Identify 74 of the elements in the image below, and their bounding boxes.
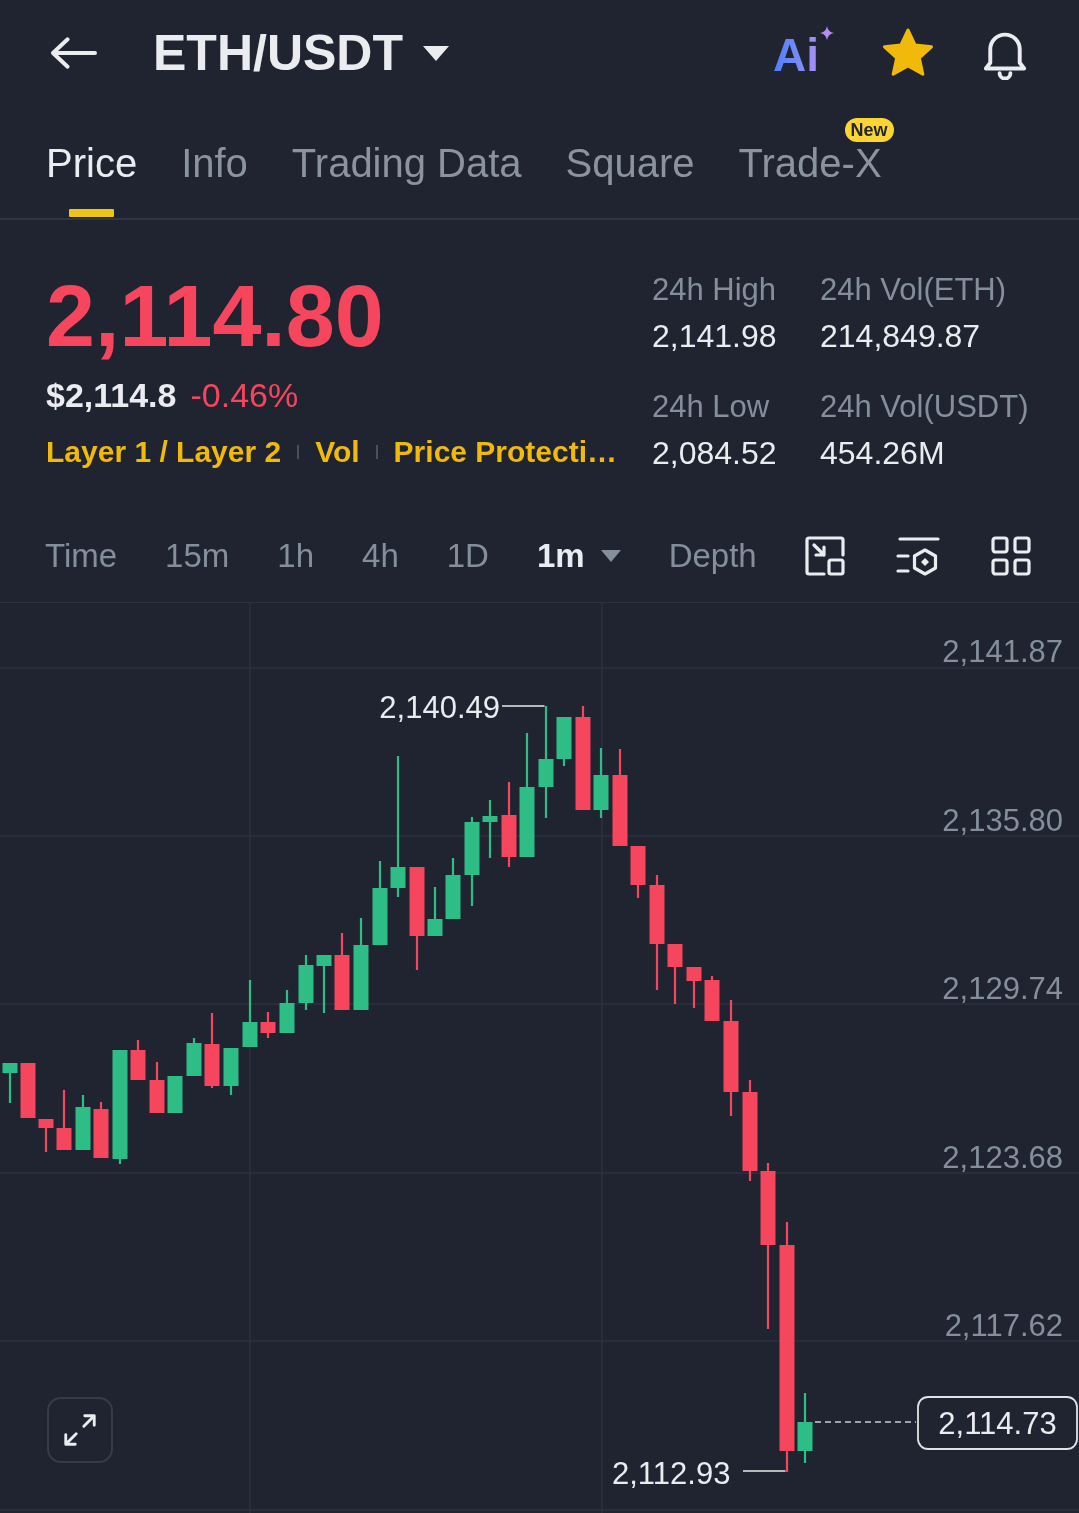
chart-tab[interactable]: 15m bbox=[165, 536, 230, 576]
candle bbox=[260, 1012, 276, 1038]
candle bbox=[445, 858, 461, 919]
candle bbox=[186, 1038, 202, 1076]
tab[interactable]: Trading Data bbox=[291, 143, 522, 217]
stat-label: 24h Vol(ETH) bbox=[820, 271, 1008, 309]
candle bbox=[279, 990, 295, 1033]
expand-button[interactable] bbox=[47, 1397, 113, 1463]
expand-arrows-icon bbox=[61, 1411, 99, 1449]
candle bbox=[75, 1095, 91, 1150]
chart-tab[interactable]: Depth bbox=[668, 536, 757, 576]
stat-value: 454.26M bbox=[820, 434, 946, 473]
chart-tab[interactable]: 1h bbox=[277, 536, 315, 576]
candle bbox=[242, 980, 258, 1047]
tab[interactable]: Trade-X bbox=[738, 143, 882, 217]
candle bbox=[167, 1076, 183, 1113]
candle bbox=[593, 748, 609, 818]
candle bbox=[130, 1040, 146, 1080]
tag-link[interactable]: Layer 1 / Layer 2 bbox=[46, 432, 282, 472]
candle bbox=[298, 955, 314, 1010]
caret-icon bbox=[600, 550, 621, 562]
caret-icon bbox=[423, 46, 449, 61]
pair-selector[interactable]: ETH/USDT bbox=[153, 22, 449, 83]
grid-icon[interactable] bbox=[990, 536, 1031, 576]
stat-label: 24h Vol(USDT) bbox=[820, 388, 1029, 426]
candle bbox=[556, 717, 572, 766]
picture-in-picture-icon[interactable] bbox=[804, 536, 845, 576]
last-price: 2,114.80 bbox=[46, 273, 385, 359]
chart-tab[interactable]: 1D bbox=[446, 536, 489, 576]
candle bbox=[149, 1062, 165, 1113]
price-axis-label: 2,129.74 bbox=[942, 971, 1063, 1006]
new-badge: New bbox=[844, 118, 894, 142]
star-icon[interactable] bbox=[882, 27, 934, 78]
candle bbox=[427, 887, 443, 936]
sparkle-icon bbox=[820, 25, 834, 40]
candle bbox=[704, 976, 720, 1021]
last-price-tag: 2,114.73 bbox=[917, 1396, 1078, 1450]
stat-label: 24h Low bbox=[652, 388, 771, 426]
candle bbox=[20, 1063, 36, 1118]
price-change: -0.46% bbox=[190, 375, 299, 416]
tab[interactable]: Price bbox=[46, 143, 138, 217]
hexagon-lines-icon[interactable] bbox=[895, 536, 940, 576]
candle bbox=[223, 1048, 239, 1095]
candle bbox=[482, 800, 498, 858]
stat-label: 24h High bbox=[652, 271, 778, 309]
low-price-label: 2,112.93 bbox=[612, 1456, 731, 1491]
candle bbox=[316, 955, 332, 1013]
high-price-label: 2,140.49 bbox=[379, 690, 500, 725]
leader-line bbox=[501, 705, 546, 707]
candle bbox=[38, 1119, 54, 1152]
candle bbox=[686, 967, 702, 1008]
stat-value: 214,849.87 bbox=[820, 317, 982, 356]
leader-line bbox=[742, 1470, 787, 1472]
price-axis-label: 2,141.87 bbox=[942, 634, 1063, 669]
candle bbox=[56, 1090, 72, 1150]
candle bbox=[2, 1063, 18, 1103]
fiat-price: $2,114.8 bbox=[46, 375, 177, 416]
price-axis-label: 2,117.62 bbox=[944, 1308, 1063, 1343]
candle bbox=[667, 944, 683, 1004]
tag-link[interactable]: Vol bbox=[315, 432, 360, 472]
tab[interactable]: Info bbox=[181, 143, 248, 217]
candle bbox=[797, 1393, 813, 1463]
price-axis-label: 2,123.68 bbox=[942, 1140, 1063, 1175]
candle bbox=[630, 846, 646, 898]
back-arrow-icon[interactable] bbox=[50, 35, 97, 70]
chart-tab[interactable]: Time bbox=[45, 536, 118, 576]
candle bbox=[93, 1102, 109, 1158]
tag-link[interactable]: Price Protecti… bbox=[393, 432, 618, 472]
stat-value: 2,084.52 bbox=[652, 434, 778, 473]
chart-tab[interactable]: 4h bbox=[362, 536, 399, 576]
chart-tab[interactable]: 1m bbox=[536, 536, 621, 576]
tab[interactable]: Square bbox=[565, 143, 695, 217]
stat-value: 2,141.98 bbox=[652, 317, 778, 356]
price-axis-label: 2,135.80 bbox=[942, 803, 1063, 838]
